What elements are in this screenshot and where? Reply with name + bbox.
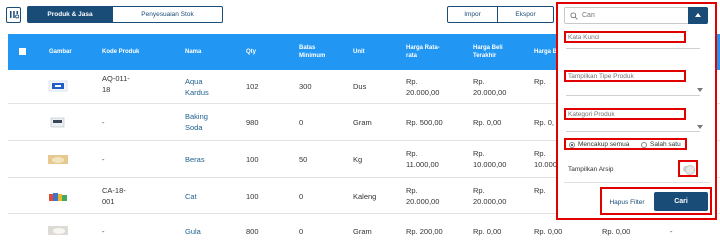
product-unit: Dus	[353, 82, 367, 91]
chevron-down-icon[interactable]	[697, 125, 703, 129]
product-code: -	[102, 227, 105, 236]
search-input[interactable]	[582, 10, 672, 21]
sliders-icon	[10, 11, 19, 19]
chevron-down-icon[interactable]	[697, 88, 703, 92]
product-min-limit: 0	[299, 227, 304, 236]
product-min-limit: 0	[299, 192, 304, 201]
product-paint-image	[49, 193, 67, 201]
product-baking-soda-image	[50, 117, 65, 128]
product-min-limit: 0	[299, 118, 304, 127]
product-code: CA-18-001	[102, 186, 126, 206]
product-last-buy-price: Rp. 10.000,00	[473, 149, 507, 169]
product-last-buy-price: Rp. 0,00	[473, 118, 502, 127]
product-last-buy-price: Rp. 0,00	[473, 227, 502, 236]
product-buy-price: Rp. 0,	[534, 118, 555, 127]
product-type-select[interactable]	[566, 72, 684, 80]
match-all-label: Mencakup semua	[578, 141, 630, 148]
product-last-buy-price: Rp. 20.000,00	[473, 186, 507, 206]
search-box	[564, 7, 708, 24]
product-unit: Gram	[353, 227, 372, 236]
tab-group: Produk & Jasa Penyesuaian Stok	[27, 6, 223, 23]
product-category-select[interactable]	[566, 110, 684, 118]
tab-products-services[interactable]: Produk & Jasa	[27, 6, 113, 23]
search-icon	[570, 12, 578, 20]
product-unit: Gram	[353, 118, 372, 127]
product-min-limit: 300	[299, 82, 312, 91]
import-button[interactable]: Impor	[447, 6, 498, 23]
product-avg-price: Rp. 20.000,00	[406, 186, 440, 206]
product-avg-price: Rp. 500,00	[406, 118, 443, 127]
column-header-qty: Qty	[246, 49, 257, 55]
export-button[interactable]: Ekspor	[497, 6, 554, 23]
product-qty: 800	[246, 227, 259, 236]
product-rice-image	[48, 155, 68, 164]
product-avg-price: Rp. 11.000,00	[406, 149, 439, 169]
show-archive-toggle[interactable]	[683, 165, 695, 175]
product-aqua-image	[48, 80, 68, 92]
search-toggle-button[interactable]	[688, 7, 708, 24]
product-code: -	[102, 155, 105, 164]
product-name-link[interactable]: Beras	[185, 154, 205, 165]
apply-search-button[interactable]: Cari	[654, 192, 708, 211]
product-unit: Kaleng	[353, 192, 377, 201]
show-archive-label: Tampilkan Arsip	[568, 166, 614, 173]
match-any-label: Salah satu	[650, 141, 681, 148]
product-last-buy-price: Rp. 20.000,00	[473, 77, 507, 97]
keyword-underline	[566, 48, 700, 49]
product-qty: 100	[246, 155, 259, 164]
column-header-last-buy-price: Harga Beli Terakhir	[473, 45, 503, 59]
product-category-field	[564, 108, 686, 120]
product-avg-price: Rp. 200,00	[406, 227, 443, 236]
radio-unchecked-icon	[641, 141, 647, 148]
match-all-option[interactable]: Mencakup semua	[569, 141, 629, 148]
product-name-link[interactable]: Gula	[185, 226, 201, 237]
tab-stock-adjustment[interactable]: Penyesuaian Stok	[113, 6, 223, 23]
product-code: -	[102, 118, 105, 127]
product-buy-price: Rp. 0,00	[534, 227, 563, 236]
filter-panel: Mencakup semua Salah satu Tampilkan Arsi…	[556, 2, 717, 220]
panel-divider	[564, 182, 710, 183]
product-min-limit: 50	[299, 155, 308, 164]
product-buy-price: Rp.	[534, 186, 546, 195]
show-archive-toggle-wrapper	[678, 160, 698, 177]
select-all-checkbox[interactable]	[19, 48, 26, 55]
product-name-link[interactable]: Aqua Kardus	[185, 76, 221, 98]
product-category-underline	[566, 131, 700, 132]
keyword-input[interactable]	[566, 33, 684, 41]
product-qty: 980	[246, 118, 259, 127]
column-header-avg-price: Harga Rata-rata	[406, 45, 440, 59]
product-code: AQ-011-18	[102, 74, 130, 94]
filter-actions: Hapus Filter Cari	[600, 187, 712, 215]
column-header-code: Kode Produk	[102, 49, 140, 55]
column-settings-button[interactable]	[6, 7, 21, 23]
product-qty: 102	[246, 82, 259, 91]
clear-filter-button[interactable]: Hapus Filter	[606, 194, 648, 210]
product-name-link[interactable]: Cat	[185, 191, 197, 202]
column-header-unit: Unit	[353, 49, 365, 55]
product-extra-price: Rp. 0,00	[602, 227, 631, 236]
product-type-underline	[566, 95, 700, 96]
keyword-field	[564, 31, 686, 43]
product-name-link[interactable]: Baking Soda	[185, 111, 219, 133]
product-unit: Kg	[353, 155, 363, 164]
product-sugar-image	[48, 226, 68, 235]
product-type-field	[564, 70, 686, 82]
caret-up-icon	[695, 13, 701, 17]
column-header-name: Nama	[185, 49, 202, 55]
match-any-option[interactable]: Salah satu	[641, 141, 681, 148]
radio-checked-icon	[569, 141, 575, 148]
column-header-image: Gambar	[49, 49, 72, 55]
product-qty: 100	[246, 192, 259, 201]
product-extra-value: -	[670, 227, 673, 236]
product-buy-price: Rp.	[534, 77, 546, 86]
product-avg-price: Rp. 20.000,00	[406, 77, 440, 97]
column-header-min-limit: Batas Minimum	[299, 45, 326, 59]
match-mode-radio-group: Mencakup semua Salah satu	[564, 138, 687, 150]
